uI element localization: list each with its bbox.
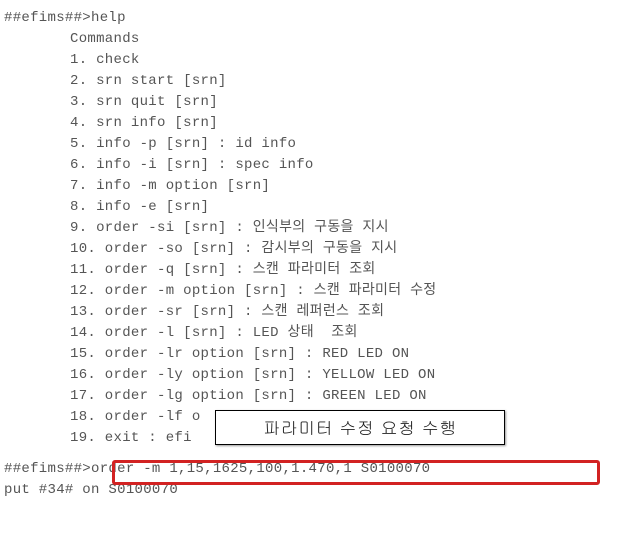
command-item-16: 16. order -ly option [srn] : YELLOW LED …	[4, 365, 615, 386]
command-item-2: 2. srn start [srn]	[4, 71, 615, 92]
command-item-6: 6. info -i [srn] : spec info	[4, 155, 615, 176]
annotation-text: 파라미터 수정 요청 수행	[263, 415, 456, 441]
commands-heading: Commands	[4, 29, 615, 50]
command-item-14: 14. order -l [srn] : LED 상태 조회	[4, 323, 615, 344]
output-line: put #34# on S0100070	[4, 480, 615, 501]
command-item-11: 11. order -q [srn] : 스캔 파라미터 조회	[4, 260, 615, 281]
annotation-callout: 파라미터 수정 요청 수행	[215, 410, 505, 445]
command-item-9: 9. order -si [srn] : 인식부의 구동을 지시	[4, 218, 615, 239]
command-item-5: 5. info -p [srn] : id info	[4, 134, 615, 155]
prompt-line-order[interactable]: ##efims##>order -m 1,15,1625,100,1.470,1…	[4, 459, 615, 480]
prompt-line-help[interactable]: ##efims##>help	[4, 8, 615, 29]
command-item-12: 12. order -m option [srn] : 스캔 파라미터 수정	[4, 281, 615, 302]
command-item-7: 7. info -m option [srn]	[4, 176, 615, 197]
command-item-1: 1. check	[4, 50, 615, 71]
command-item-17: 17. order -lg option [srn] : GREEN LED O…	[4, 386, 615, 407]
command-item-10: 10. order -so [srn] : 감시부의 구동을 지시	[4, 239, 615, 260]
command-item-13: 13. order -sr [srn] : 스캔 레퍼런스 조회	[4, 302, 615, 323]
command-item-15: 15. order -lr option [srn] : RED LED ON	[4, 344, 615, 365]
command-item-4: 4. srn info [srn]	[4, 113, 615, 134]
command-item-8: 8. info -e [srn]	[4, 197, 615, 218]
command-item-3: 3. srn quit [srn]	[4, 92, 615, 113]
